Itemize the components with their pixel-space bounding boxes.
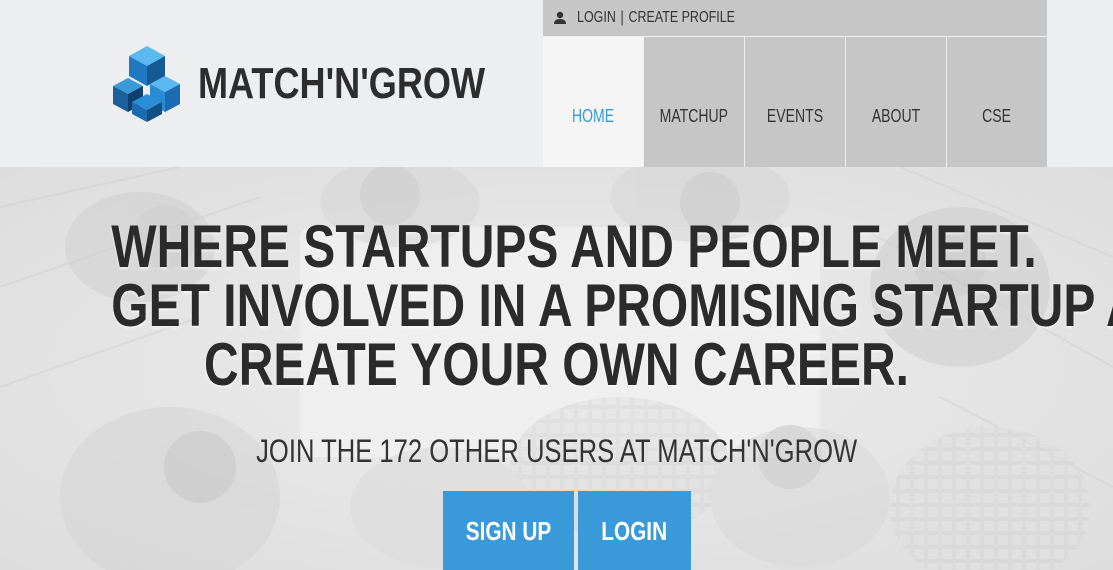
nav-item-events[interactable]: EVENTS [745,37,845,167]
nav-item-label: MATCHUP [659,105,729,126]
user-count-label: JOIN THE 172 OTHER USERS AT MATCH'N'GROW [255,433,858,469]
main-nav: HOME MATCHUP EVENTS ABOUT CSE [543,37,1047,167]
create-profile-link[interactable]: CREATE PROFILE [628,9,735,27]
nav-item-about[interactable]: ABOUT [846,37,946,167]
nav-item-matchup[interactable]: MATCHUP [644,37,744,167]
user-count-text: JOIN THE 172 OTHER USERS AT MATCH'N'GROW [0,433,1113,470]
sign-up-button[interactable]: SIGN UP [443,491,574,570]
sign-up-label: SIGN UP [465,515,552,546]
cube-stack-logo-icon [113,46,180,122]
link-separator: | [620,9,624,26]
hero-headline: WHERE STARTUPS AND PEOPLE MEET. GET INVO… [0,213,1113,398]
nav-item-label: EVENTS [766,105,824,126]
headline-line: WHERE STARTUPS AND PEOPLE MEET. [111,213,1037,280]
site-logo[interactable]: MATCH'N'GROW [113,46,485,122]
login-link[interactable]: LOGIN [577,9,616,27]
hero-content: WHERE STARTUPS AND PEOPLE MEET. GET INVO… [0,167,1113,570]
hero-section: WHERE STARTUPS AND PEOPLE MEET. GET INVO… [0,167,1113,570]
nav-item-label: CSE [982,105,1012,126]
nav-item-label: HOME [571,105,615,126]
login-button[interactable]: LOGIN [578,491,691,570]
account-links: LOGIN | CREATE PROFILE [577,9,735,27]
user-icon [554,11,566,24]
account-bar: LOGIN | CREATE PROFILE [543,0,1047,36]
header: MATCH'N'GROW LOGIN | CREATE PROFILE HOME… [0,0,1113,167]
nav-item-label: ABOUT [871,105,921,126]
nav-item-home[interactable]: HOME [543,37,643,167]
page: MATCH'N'GROW LOGIN | CREATE PROFILE HOME… [0,0,1113,570]
brand-name: MATCH'N'GROW [198,59,486,108]
headline-line: GET INVOLVED IN A PROMISING STARTUP AND [111,272,1113,339]
nav-item-cse[interactable]: CSE [947,37,1047,167]
login-label: LOGIN [601,515,668,546]
headline-line: CREATE YOUR OWN CAREER. [204,331,909,398]
